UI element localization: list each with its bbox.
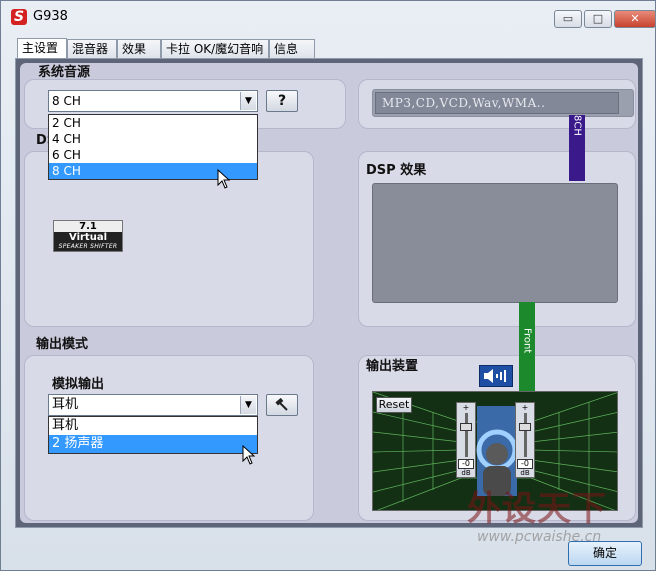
output-mode-heading: 输出模式 — [36, 337, 89, 352]
db-label: dB — [461, 469, 471, 477]
close-button[interactable]: ✕ — [614, 10, 656, 28]
dropdown-option-2-speakers[interactable]: 2 扬声器 — [49, 435, 257, 453]
slider-plus-label: + — [521, 403, 529, 412]
tab-effects[interactable]: 效果 — [117, 39, 161, 59]
dsp-effects-display — [372, 183, 618, 303]
window-title: G938 — [33, 9, 68, 24]
right-volume-value: -0 — [517, 459, 533, 469]
system-source-value: 8 CH — [52, 94, 81, 108]
output-tool-button[interactable] — [266, 394, 298, 416]
output-mode-dropdown: 耳机 2 扬声器 — [48, 416, 258, 454]
slider-plus-label: + — [462, 403, 470, 412]
reset-button[interactable]: Reset — [376, 397, 412, 413]
front-bar-label: Front — [521, 328, 533, 354]
output-mode-value: 耳机 — [52, 397, 79, 412]
tab-info[interactable]: 信息 — [269, 39, 315, 59]
slider-knob[interactable] — [460, 423, 472, 431]
title-bar[interactable]: S G938 ▭ □ ✕ — [1, 1, 656, 35]
mouse-cursor-icon — [217, 169, 231, 189]
slider-track — [465, 413, 468, 457]
right-volume-slider[interactable]: + -0 dB — [515, 402, 535, 478]
main-settings-panel: 系统音源 8 CH ▼ ? MP3,CD,VCD,Wav,WMA.. 8CH D… — [15, 58, 643, 528]
app-window: S G938 ▭ □ ✕ 主设置 混音器 效果 卡拉 OK/魔幻音响 信息 系统… — [0, 0, 656, 571]
tab-main-settings[interactable]: 主设置 — [17, 38, 67, 60]
system-source-heading: 系统音源 — [38, 65, 91, 80]
analog-output-heading: 模拟输出 — [52, 377, 105, 392]
tab-mixer[interactable]: 混音器 — [67, 39, 117, 59]
dropdown-option-4ch[interactable]: 4 CH — [49, 131, 257, 147]
source-display: MP3,CD,VCD,Wav,WMA.. — [372, 89, 634, 117]
hammer-icon — [275, 397, 288, 411]
watermark: 外设天下 www.pcwaishe.cn — [467, 481, 637, 545]
channel-bar-label: 8CH — [571, 115, 583, 136]
badge-version: 7.1 — [54, 221, 122, 232]
front-channel-bar: Front — [519, 302, 535, 392]
watermark-text: 外设天下 — [467, 489, 607, 529]
speaker-level-icon — [484, 369, 506, 383]
badge-speaker-shifter: SPEAKER SHIFTER — [58, 243, 118, 250]
dropdown-option-6ch[interactable]: 6 CH — [49, 147, 257, 163]
badge-virtual: Virtual — [69, 232, 107, 243]
dropdown-option-2ch[interactable]: 2 CH — [49, 115, 257, 131]
channel-bar: 8CH — [569, 115, 585, 181]
app-logo-icon: S — [11, 9, 27, 25]
source-display-text: MP3,CD,VCD,Wav,WMA.. — [375, 92, 619, 114]
output-device-heading: 输出装置 — [366, 359, 419, 374]
virtual-speaker-shifter-logo: 7.1 Virtual SPEAKER SHIFTER — [53, 220, 123, 252]
mouse-cursor-icon — [242, 445, 256, 465]
db-label: dB — [520, 469, 530, 477]
ok-button[interactable]: 确定 — [568, 541, 642, 566]
slider-track — [524, 413, 527, 457]
tab-karaoke[interactable]: 卡拉 OK/魔幻音响 — [161, 39, 269, 59]
speaker-test-button[interactable] — [479, 365, 513, 387]
dsp-effects-heading: DSP 效果 — [366, 163, 427, 178]
maximize-button[interactable]: □ — [584, 10, 612, 28]
slider-knob[interactable] — [519, 423, 531, 431]
left-volume-slider[interactable]: + -0 dB — [456, 402, 476, 478]
minimize-button[interactable]: ▭ — [554, 10, 582, 28]
left-volume-value: -0 — [458, 459, 474, 469]
chevron-down-icon[interactable]: ▼ — [240, 396, 256, 414]
output-mode-select[interactable]: 耳机 ▼ — [48, 394, 258, 416]
help-button[interactable]: ? — [266, 90, 298, 112]
dropdown-option-headphones[interactable]: 耳机 — [49, 417, 257, 435]
system-source-select[interactable]: 8 CH ▼ — [48, 90, 258, 112]
chevron-down-icon[interactable]: ▼ — [240, 92, 256, 110]
